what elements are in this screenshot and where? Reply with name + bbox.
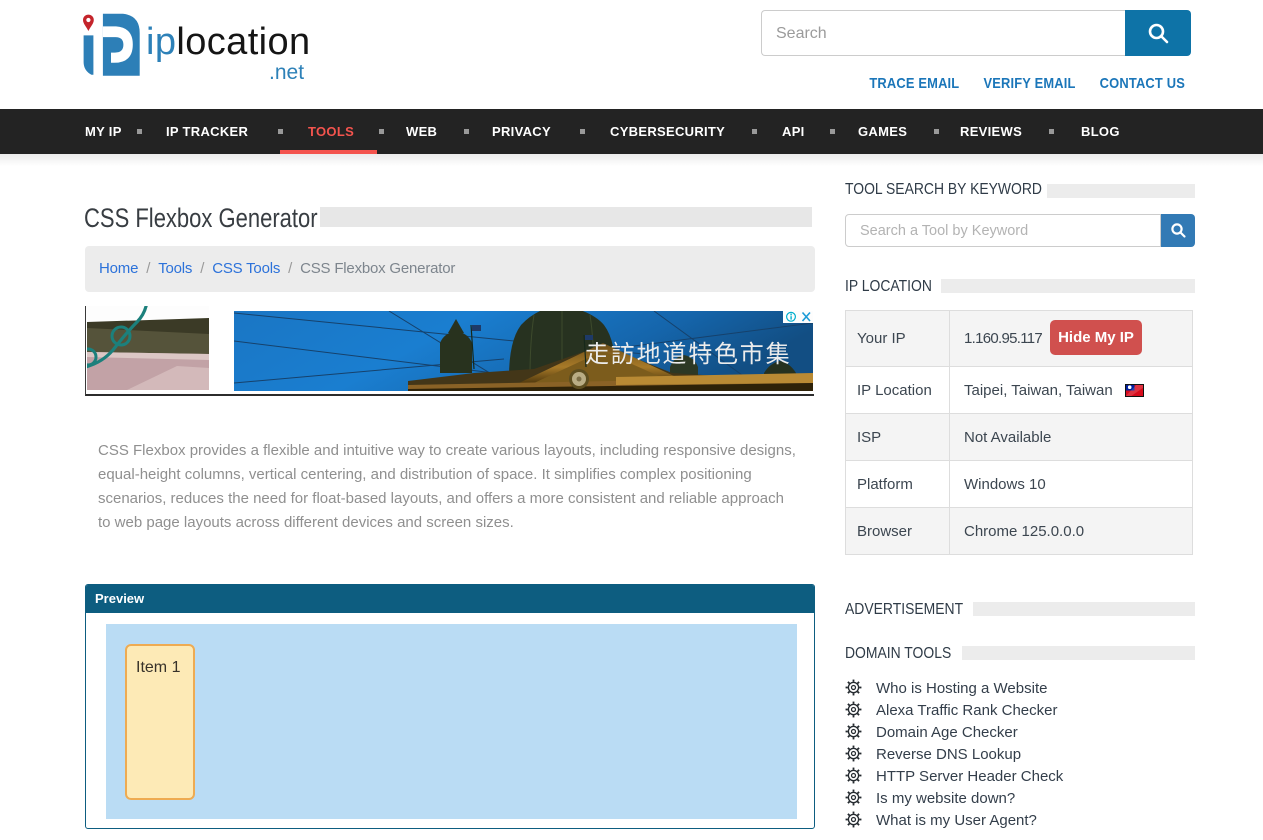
svg-text:走訪地道特色市集: 走訪地道特色市集 — [585, 341, 791, 368]
